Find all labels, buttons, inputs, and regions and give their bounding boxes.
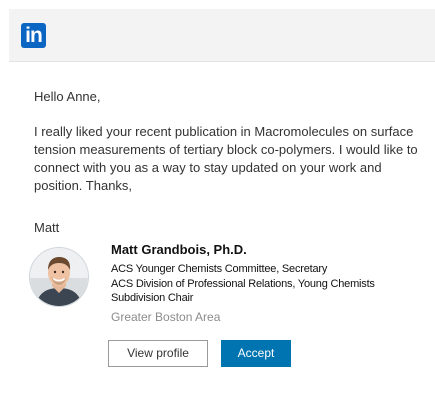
view-profile-button[interactable]: View profile [108, 340, 208, 367]
email-header: in [9, 9, 435, 62]
greeting-text: Hello Anne, [34, 89, 101, 104]
profile-photo-icon [30, 248, 88, 306]
linkedin-logo-icon[interactable]: in [21, 23, 46, 48]
profile-role: ACS Division of Professional Relations, … [111, 278, 375, 304]
message-body: I really liked your recent publication i… [34, 124, 418, 193]
signoff-text: Matt [34, 220, 60, 235]
profile-role: ACS Younger Chemists Committee, Secretar… [111, 263, 328, 275]
profile-name[interactable]: Matt Grandbois, Ph.D. [111, 242, 247, 257]
accept-button[interactable]: Accept [221, 340, 291, 367]
avatar[interactable] [29, 247, 89, 307]
profile-location: Greater Boston Area [111, 310, 221, 324]
